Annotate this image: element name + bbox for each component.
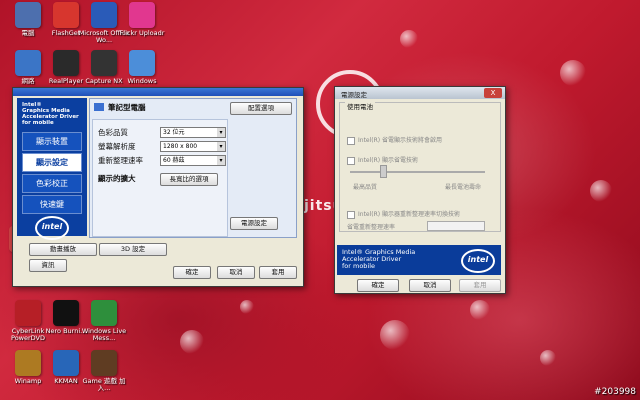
water-drop [470, 300, 490, 320]
desktop-icon[interactable]: Windows Live Mess... [78, 300, 130, 342]
aspect-ratio-button[interactable]: 長寬比的選項 [160, 173, 218, 186]
windows-icon [129, 50, 155, 76]
water-drop [560, 60, 586, 86]
water-drop [540, 350, 556, 366]
watermark: #203998 [594, 387, 636, 397]
winamp-icon [15, 350, 41, 376]
desktop-icon[interactable]: Flickr Uploadr [116, 2, 168, 37]
desktop-icon-label: Game 遊戲 加入... [82, 377, 126, 392]
computer-icon [15, 2, 41, 28]
word-icon [91, 2, 117, 28]
power-apply-button: 套用 [459, 279, 501, 292]
intel-logo: intel [35, 216, 69, 240]
kkman-icon [53, 350, 79, 376]
color-quality-label: 色彩品質 [98, 128, 128, 137]
slider-left-label: 最高品質 [353, 184, 378, 191]
nav-display-devices[interactable]: 顯示裝置 [22, 132, 82, 151]
settings-panel: 筆記型電腦 配置選項 色彩品質 32 位元 螢幕解析度 1280 x 800 重… [89, 98, 297, 238]
powerdvd-icon [15, 300, 41, 326]
apply-button[interactable]: 套用 [259, 266, 297, 279]
laptop-icon [94, 103, 104, 111]
water-drop [590, 180, 612, 202]
intel-sidebar: Intel® Graphics Media Accelerator Driver… [17, 98, 87, 240]
refresh-switch-checkbox[interactable]: Intel(R) 顯示器重新整理速率切換技術 [347, 209, 460, 219]
refresh-rate-label: 重新整理速率 [98, 156, 143, 165]
power-saving-checkbox[interactable]: Intel(R) 顯示省電技術 [347, 155, 418, 165]
slider-track [350, 171, 485, 173]
desktop-icon-label: Flickr Uploadr [119, 29, 165, 37]
resolution-select[interactable]: 1280 x 800 [160, 141, 226, 152]
network-icon [15, 50, 41, 76]
ok-button[interactable]: 確定 [173, 266, 211, 279]
refresh-rate-label: 省電重新整理速率 [347, 224, 396, 231]
power-slider-thumb[interactable] [380, 165, 387, 178]
window-titlebar[interactable] [13, 88, 303, 96]
display-expansion-label: 顯示的擴大 [98, 174, 136, 183]
nero-icon [53, 300, 79, 326]
battery-group-label: 使用電池 [345, 101, 375, 111]
flashget-icon [53, 2, 79, 28]
water-drop [240, 300, 254, 314]
resolution-label: 螢幕解析度 [98, 142, 136, 151]
desktop-icon-label: Windows [127, 77, 157, 85]
video-playback-button[interactable]: 動畫播放 [29, 243, 97, 256]
section-title: 筆記型電腦 [108, 103, 146, 112]
power-ok-button[interactable]: 確定 [357, 279, 399, 292]
desktop-icon[interactable]: Game 遊戲 加入... [78, 350, 130, 392]
desktop-icon-label: Windows Live Mess... [81, 327, 127, 342]
cancel-button[interactable]: 取消 [217, 266, 255, 279]
nav-color-correction[interactable]: 色彩校正 [22, 174, 82, 193]
dpst-checkbox[interactable]: Intel(R) 省電顯示技術將會啟用 [347, 135, 442, 145]
nav-display-settings[interactable]: 顯示設定 [22, 153, 82, 172]
config-options-button[interactable]: 配置選項 [230, 102, 292, 115]
3d-settings-button[interactable]: 3D 設定 [99, 243, 167, 256]
close-button[interactable]: X [484, 88, 502, 98]
power-settings-button[interactable]: 電源設定 [230, 217, 278, 230]
realplayer-icon [53, 50, 79, 76]
refresh-rate-select[interactable] [427, 221, 485, 231]
messenger-icon [91, 300, 117, 326]
slider-right-label: 最長電池壽命 [445, 184, 482, 191]
intel-strip: Intel® Graphics Media Accelerator Driver… [337, 245, 501, 275]
water-drop [400, 30, 418, 48]
desktop-icon[interactable]: Windows [116, 50, 168, 85]
intel-graphics-window: Intel® Graphics Media Accelerator Driver… [12, 87, 304, 287]
capture-nx-icon [91, 50, 117, 76]
intel-logo: intel [461, 249, 495, 273]
water-drop [380, 320, 410, 350]
nav-hotkeys[interactable]: 快速鍵 [22, 195, 82, 214]
refresh-rate-select[interactable]: 60 赫茲 [160, 155, 226, 166]
power-titlebar[interactable]: 電源設定 X [335, 87, 505, 99]
info-button[interactable]: 資訊 [29, 259, 67, 272]
water-drop [180, 330, 204, 354]
color-quality-select[interactable]: 32 位元 [160, 127, 226, 138]
flickr-icon [129, 2, 155, 28]
game-icon [91, 350, 117, 376]
intel-brand-text: Intel® Graphics Media Accelerator Driver… [22, 102, 79, 126]
power-cancel-button[interactable]: 取消 [409, 279, 451, 292]
